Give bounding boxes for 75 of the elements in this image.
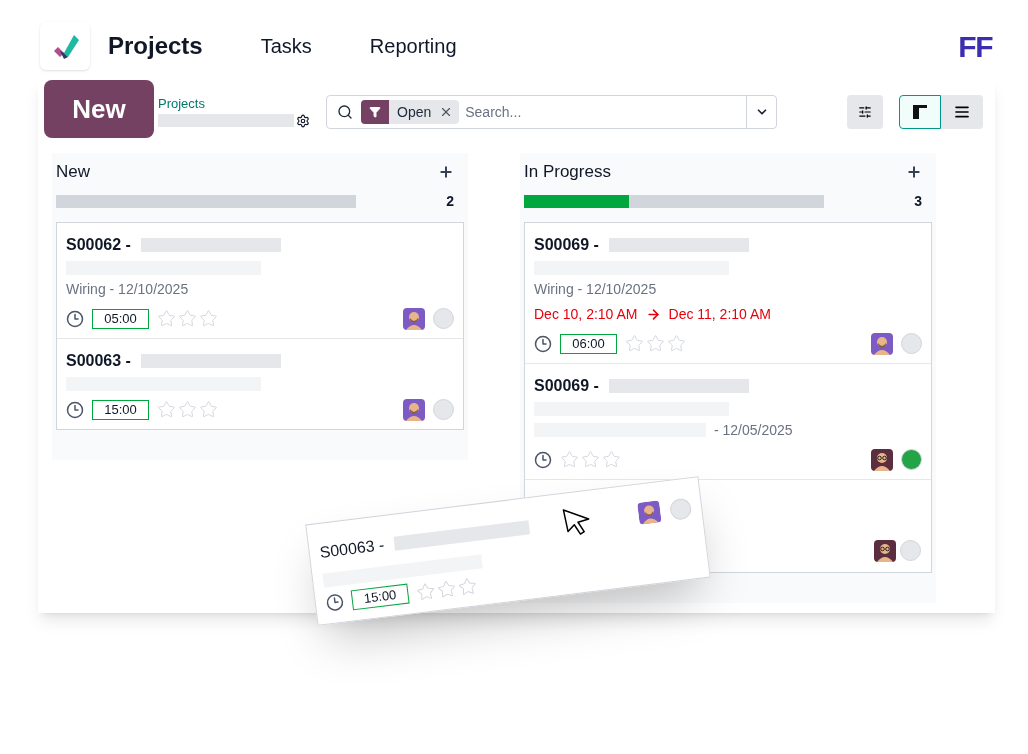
card-subtitle: - 12/05/2025 bbox=[714, 420, 793, 440]
star-icon bbox=[157, 309, 176, 328]
filter-facet[interactable]: Open bbox=[361, 100, 460, 124]
star-rating[interactable] bbox=[415, 575, 479, 602]
card-title: S00063 - bbox=[66, 350, 131, 371]
star-icon bbox=[602, 450, 621, 469]
kanban-card[interactable]: S00062 - Wiring - 12/10/2025 05:00 bbox=[57, 222, 463, 338]
menu-item[interactable]: Tasks bbox=[260, 31, 312, 61]
star-rating[interactable] bbox=[157, 400, 218, 419]
column-title: New bbox=[56, 161, 90, 183]
search-icon[interactable] bbox=[337, 104, 353, 120]
avatar bbox=[871, 332, 893, 355]
star-rating[interactable] bbox=[157, 309, 218, 328]
star-icon bbox=[178, 400, 197, 419]
timer-badge: 06:00 bbox=[560, 333, 617, 354]
kanban-view-button[interactable] bbox=[899, 95, 941, 129]
kanban-card[interactable]: S00069 - Wiring - 12/10/2025 Dec 10, 2:10 AM Dec 11, 2:10 AM 06:00 bbox=[525, 222, 931, 363]
clock-icon[interactable] bbox=[66, 400, 84, 419]
arrow-icon bbox=[645, 306, 661, 322]
star-icon bbox=[199, 400, 218, 419]
settings-icon bbox=[858, 105, 872, 119]
add-icon[interactable] bbox=[906, 163, 922, 180]
kanban-card[interactable]: S00063 - 15:00 bbox=[57, 337, 463, 429]
star-icon bbox=[581, 450, 600, 469]
date-start: Dec 10, 2:10 AM bbox=[534, 304, 638, 324]
card-subtitle: Wiring - 12/10/2025 bbox=[534, 279, 658, 299]
clock-icon[interactable] bbox=[324, 592, 345, 613]
star-icon bbox=[199, 309, 218, 328]
star-icon bbox=[646, 334, 665, 353]
date-end: Dec 11, 2:10 AM bbox=[668, 304, 771, 324]
facet-label: Open bbox=[396, 102, 433, 122]
star-icon bbox=[178, 309, 197, 328]
star-icon bbox=[625, 334, 644, 353]
new-button[interactable]: New bbox=[44, 80, 154, 138]
card-title: S00063 - bbox=[318, 535, 386, 563]
list-view-button[interactable] bbox=[941, 95, 983, 129]
app-logo[interactable] bbox=[40, 22, 90, 70]
star-icon bbox=[436, 578, 458, 600]
card-title: S00069 - bbox=[534, 375, 599, 396]
settings-icon[interactable] bbox=[296, 113, 310, 128]
avatar bbox=[871, 448, 893, 471]
search-input[interactable]: Search... bbox=[465, 101, 746, 123]
star-icon bbox=[456, 575, 479, 597]
kanban-icon bbox=[913, 105, 927, 119]
avatar bbox=[874, 539, 896, 562]
avatar bbox=[637, 500, 662, 525]
star-icon bbox=[560, 450, 579, 469]
app-title[interactable]: Projects bbox=[108, 28, 203, 64]
timer-badge: 05:00 bbox=[92, 308, 149, 329]
settings-button[interactable] bbox=[847, 95, 883, 129]
list-icon bbox=[954, 104, 970, 120]
star-icon bbox=[667, 334, 686, 353]
timer-badge: 15:00 bbox=[92, 399, 149, 420]
column-count: 2 bbox=[446, 191, 454, 211]
brand-logo: FF bbox=[958, 28, 992, 65]
star-rating[interactable] bbox=[625, 334, 686, 353]
clock-icon[interactable] bbox=[534, 334, 552, 353]
clock-icon[interactable] bbox=[534, 450, 552, 469]
star-rating[interactable] bbox=[560, 450, 621, 469]
menu-item[interactable]: Reporting bbox=[369, 31, 457, 61]
search-bar[interactable]: Open Search... bbox=[326, 95, 777, 129]
breadcrumb-link[interactable]: Projects bbox=[158, 94, 310, 114]
avatar bbox=[403, 398, 425, 421]
card-title: S00069 - bbox=[534, 234, 599, 255]
add-icon[interactable] bbox=[438, 163, 454, 180]
star-icon bbox=[415, 580, 437, 602]
column-count: 3 bbox=[914, 191, 922, 211]
card-subtitle: Wiring - 12/10/2025 bbox=[66, 279, 190, 299]
kanban-card[interactable]: S00069 - - 12/05/2025 bbox=[525, 362, 931, 479]
column-title: In Progress bbox=[524, 161, 611, 183]
star-icon bbox=[157, 400, 176, 419]
filter-icon bbox=[369, 106, 381, 118]
avatar bbox=[403, 307, 425, 330]
clock-icon[interactable] bbox=[66, 309, 84, 328]
card-title: S00062 - bbox=[66, 234, 131, 255]
